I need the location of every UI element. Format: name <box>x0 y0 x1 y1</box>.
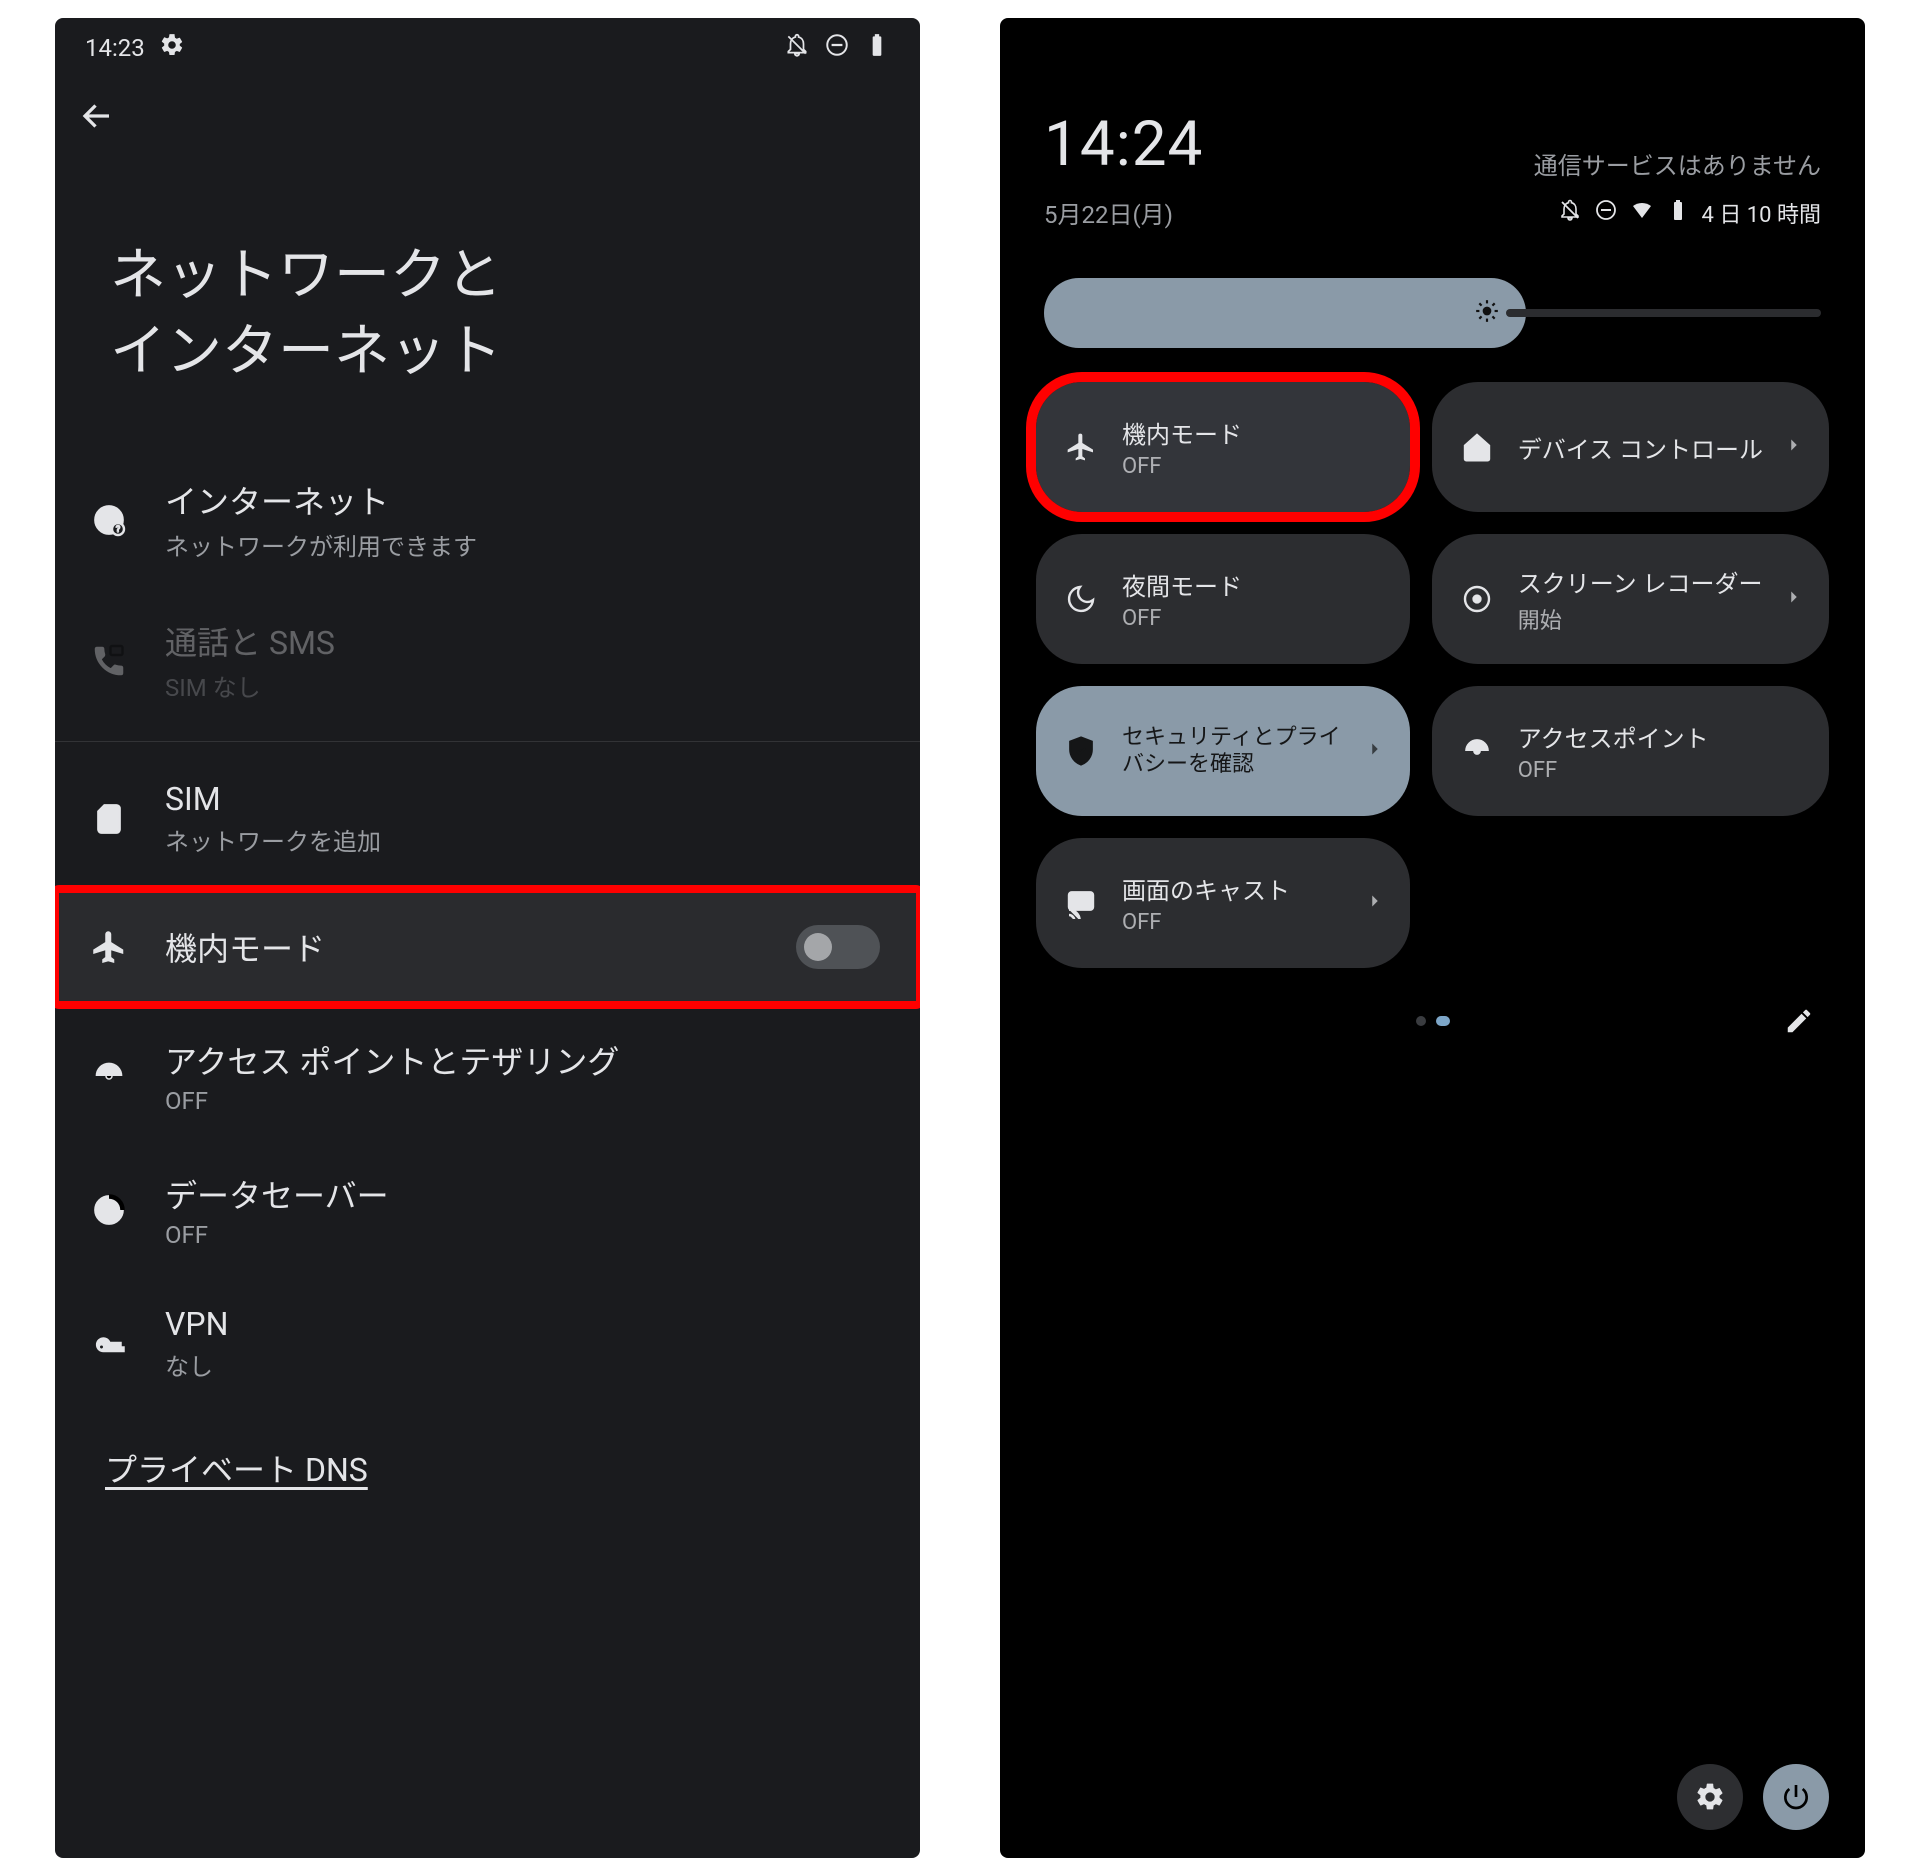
tile-sub: OFF <box>1518 758 1709 783</box>
tile-security-check[interactable]: セキュリティとプライバシーを確認 <box>1036 686 1410 816</box>
qs-status-icons: 4 日 10 時間 <box>1558 197 1821 229</box>
battery-icon <box>1666 198 1690 228</box>
setting-subtitle: OFF <box>165 1221 389 1249</box>
battery-time-text: 4 日 10 時間 <box>1702 197 1821 229</box>
airplane-icon <box>1060 426 1102 468</box>
pager <box>1000 988 1865 1034</box>
home-icon <box>1456 426 1498 468</box>
quick-settings-screen: 14:24 通信サービスはありません 5月22日(月) 4 日 10 時間 <box>1000 18 1865 1858</box>
airplane-icon <box>79 917 139 977</box>
page-title: ネットワークと インターネット <box>55 158 920 449</box>
settings-screen: 14:23 ネットワーク <box>55 18 920 1858</box>
bell-off-icon <box>1558 198 1582 228</box>
setting-title: インターネット <box>165 477 477 523</box>
power-button[interactable] <box>1763 1764 1829 1830</box>
setting-title: SIM <box>165 780 381 818</box>
svg-text:?: ? <box>116 525 120 535</box>
settings-button[interactable] <box>1677 1764 1743 1830</box>
battery-icon <box>864 32 890 64</box>
tile-night-mode[interactable]: 夜間モード OFF <box>1036 534 1410 664</box>
wifi-icon <box>1630 198 1654 228</box>
hotspot-icon <box>1456 730 1498 772</box>
tile-cast[interactable]: 画面のキャスト OFF <box>1036 838 1410 968</box>
tile-sub: OFF <box>1122 910 1290 935</box>
qs-clock: 14:24 <box>1044 108 1203 181</box>
chevron-right-icon <box>1364 738 1386 764</box>
tile-title: セキュリティとプライバシーを確認 <box>1122 724 1344 779</box>
pager-dot[interactable] <box>1416 1016 1426 1026</box>
chevron-right-icon <box>1364 890 1386 916</box>
back-button[interactable] <box>79 98 115 138</box>
setting-hotspot-tether[interactable]: アクセス ポイントとテザリング OFF <box>55 1009 920 1143</box>
globe-icon: ? <box>79 490 139 550</box>
setting-subtitle: OFF <box>165 1087 619 1115</box>
divider <box>55 741 920 742</box>
dnd-icon <box>1594 198 1618 228</box>
setting-internet[interactable]: ? インターネット ネットワークが利用できます <box>55 449 920 590</box>
qs-date: 5月22日(月) <box>1044 195 1173 230</box>
chevron-right-icon <box>1783 586 1805 612</box>
tile-title: 機内モード <box>1122 415 1242 450</box>
record-icon <box>1456 578 1498 620</box>
phone-sms-icon <box>79 631 139 691</box>
setting-airplane-mode[interactable]: 機内モード <box>55 889 920 1005</box>
status-time: 14:23 <box>85 34 145 62</box>
cast-icon <box>1060 882 1102 924</box>
setting-sim[interactable]: SIM ネットワークを追加 <box>55 752 920 885</box>
status-bar: 14:23 <box>55 18 920 78</box>
sim-icon <box>79 789 139 849</box>
tile-sub: 開始 <box>1518 603 1763 635</box>
gear-icon <box>159 32 185 64</box>
setting-subtitle: なし <box>165 1347 228 1382</box>
pager-dot-active[interactable] <box>1436 1016 1450 1026</box>
qs-service-status: 通信サービスはありません <box>1534 146 1821 181</box>
moon-icon <box>1060 578 1102 620</box>
shield-check-icon <box>1060 730 1102 772</box>
hotspot-icon <box>79 1046 139 1106</box>
tile-title: 夜間モード <box>1122 567 1242 602</box>
setting-private-dns[interactable]: プライベート DNS <box>55 1410 920 1504</box>
chevron-right-icon <box>1783 434 1805 460</box>
setting-subtitle: ネットワークが利用できます <box>165 527 477 562</box>
tile-airplane-mode[interactable]: 機内モード OFF <box>1036 382 1410 512</box>
setting-title: VPN <box>165 1305 228 1343</box>
setting-title: プライベート DNS <box>105 1445 368 1491</box>
setting-title: 機内モード <box>165 924 325 970</box>
edit-tiles-button[interactable] <box>1777 999 1821 1043</box>
data-saver-icon <box>79 1180 139 1240</box>
setting-title: 通話と SMS <box>165 618 335 664</box>
bell-off-icon <box>784 32 810 64</box>
setting-calls-sms[interactable]: 通話と SMS SIM なし <box>55 590 920 731</box>
tile-access-point[interactable]: アクセスポイント OFF <box>1432 686 1829 816</box>
setting-data-saver[interactable]: データセーバー OFF <box>55 1143 920 1277</box>
tile-sub: OFF <box>1122 454 1242 479</box>
setting-vpn[interactable]: VPN なし <box>55 1277 920 1410</box>
brightness-icon <box>1474 298 1500 328</box>
airplane-toggle[interactable] <box>796 925 880 969</box>
qs-header: 14:24 通信サービスはありません 5月22日(月) 4 日 10 時間 <box>1000 18 1865 244</box>
tile-device-controls[interactable]: デバイス コントロール <box>1432 382 1829 512</box>
dnd-icon <box>824 32 850 64</box>
tile-sub: OFF <box>1122 606 1242 631</box>
tile-title: スクリーン レコーダー <box>1518 564 1763 599</box>
setting-subtitle: SIM なし <box>165 668 335 703</box>
setting-subtitle: ネットワークを追加 <box>165 822 381 857</box>
brightness-slider[interactable] <box>1000 244 1865 362</box>
tile-screen-record[interactable]: スクリーン レコーダー 開始 <box>1432 534 1829 664</box>
setting-title: データセーバー <box>165 1171 389 1217</box>
tile-title: 画面のキャスト <box>1122 871 1290 906</box>
vpn-key-icon <box>79 1314 139 1374</box>
setting-title: アクセス ポイントとテザリング <box>165 1037 619 1083</box>
tile-title: アクセスポイント <box>1518 719 1709 754</box>
tile-title: デバイス コントロール <box>1518 430 1763 465</box>
